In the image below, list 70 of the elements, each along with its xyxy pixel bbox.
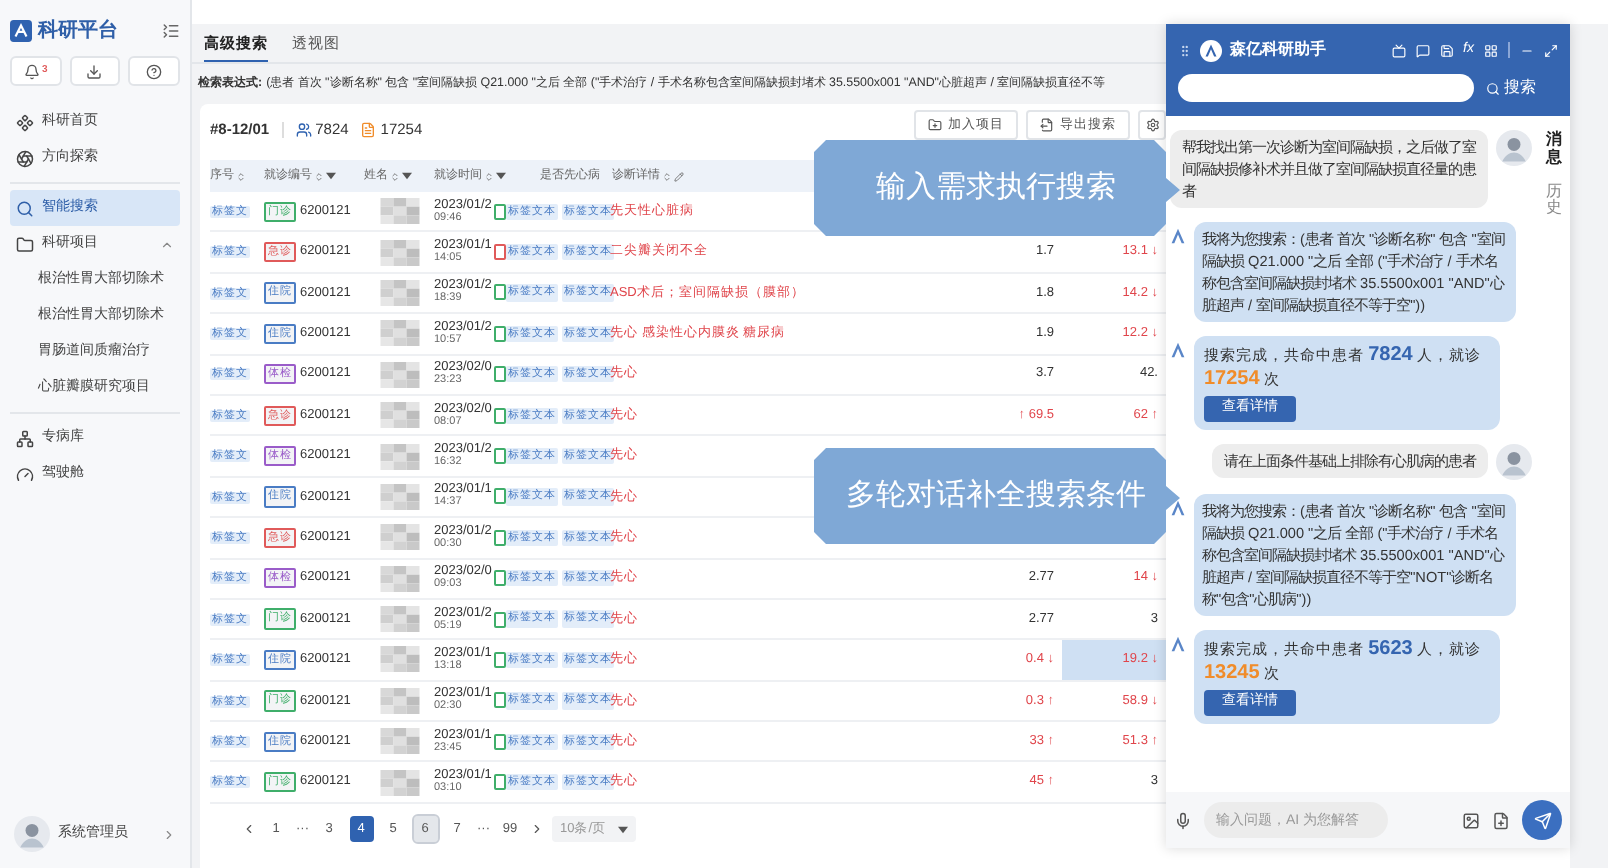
avatar-icon xyxy=(1496,130,1532,166)
side-tab[interactable]: 历史 xyxy=(1546,183,1562,219)
filter-icon xyxy=(618,825,629,834)
message-icon[interactable] xyxy=(1415,43,1430,57)
bell-icon xyxy=(23,63,40,79)
logo-icon xyxy=(10,19,32,41)
mosaic-drawing xyxy=(379,239,419,266)
pencil-icon[interactable] xyxy=(674,171,684,181)
callout: 输入需求执行搜索 xyxy=(814,140,1182,236)
gauge-icon xyxy=(16,465,34,483)
filter-icon xyxy=(402,172,412,180)
app-title: 科研平台 xyxy=(38,17,118,45)
download-button[interactable] xyxy=(69,56,121,86)
mosaic-drawing xyxy=(379,524,419,551)
microphone-icon[interactable] xyxy=(1174,811,1192,829)
mosaic-drawing xyxy=(379,687,419,714)
save-icon[interactable] xyxy=(1439,43,1454,57)
mosaic-drawing xyxy=(379,769,419,796)
search-button[interactable]: 搜索 xyxy=(1486,76,1536,100)
assistant-logo-icon xyxy=(1170,228,1186,244)
previous-page-icon[interactable] xyxy=(242,822,256,837)
assistant-logo-icon xyxy=(1170,500,1186,516)
side-tab[interactable]: 消息 xyxy=(1546,132,1562,168)
search-icon xyxy=(16,199,34,217)
mosaic-drawing xyxy=(379,361,419,388)
mosaic-drawing xyxy=(379,728,419,755)
mosaic-drawing xyxy=(379,320,419,347)
users-icon xyxy=(295,122,312,138)
drag-handle-icon[interactable] xyxy=(1178,43,1192,57)
assistant-logo-icon xyxy=(1200,39,1222,61)
callout: 多轮对话补全搜索条件 xyxy=(814,448,1182,544)
send-button[interactable] xyxy=(1522,800,1562,840)
assistant-title: 森亿科研助手 xyxy=(1230,38,1326,62)
settings-icon xyxy=(1145,118,1159,132)
mosaic-drawing xyxy=(379,565,419,592)
network-icon xyxy=(16,429,34,447)
filter-icon xyxy=(326,172,336,180)
grid-icon[interactable] xyxy=(1484,43,1498,57)
maximize-icon[interactable] xyxy=(1544,43,1558,57)
mosaic-drawing xyxy=(379,606,419,633)
chevron-right-icon xyxy=(162,827,176,841)
collapse-icon[interactable] xyxy=(162,21,180,39)
search-icon xyxy=(1486,81,1500,95)
folder-icon xyxy=(16,235,34,253)
avatar-icon xyxy=(14,816,50,852)
mosaic-drawing xyxy=(379,646,419,673)
search-field[interactable] xyxy=(1178,74,1474,102)
aperture-icon xyxy=(16,149,34,167)
help-icon xyxy=(146,63,163,79)
folder-icon xyxy=(928,118,942,132)
mosaic-drawing xyxy=(379,483,419,510)
file-icon[interactable] xyxy=(1492,811,1510,829)
send-icon xyxy=(1533,811,1551,829)
document-icon xyxy=(360,122,377,138)
filter-icon xyxy=(496,172,506,180)
mosaic-drawing xyxy=(379,198,419,225)
mosaic-drawing xyxy=(379,402,419,429)
assistant-logo-icon xyxy=(1170,636,1186,652)
nodes-icon xyxy=(16,113,34,131)
image-icon[interactable] xyxy=(1462,811,1480,829)
chevron-up-icon xyxy=(160,237,174,251)
file-icon xyxy=(1040,118,1054,132)
next-page-icon[interactable] xyxy=(530,822,544,837)
help-button[interactable] xyxy=(128,56,180,86)
mosaic-drawing xyxy=(379,279,419,306)
screen-icon[interactable] xyxy=(1391,43,1406,57)
mosaic-drawing xyxy=(379,443,419,470)
download-icon xyxy=(86,63,103,79)
avatar-icon xyxy=(1496,444,1532,480)
assistant-logo-icon xyxy=(1170,342,1186,358)
